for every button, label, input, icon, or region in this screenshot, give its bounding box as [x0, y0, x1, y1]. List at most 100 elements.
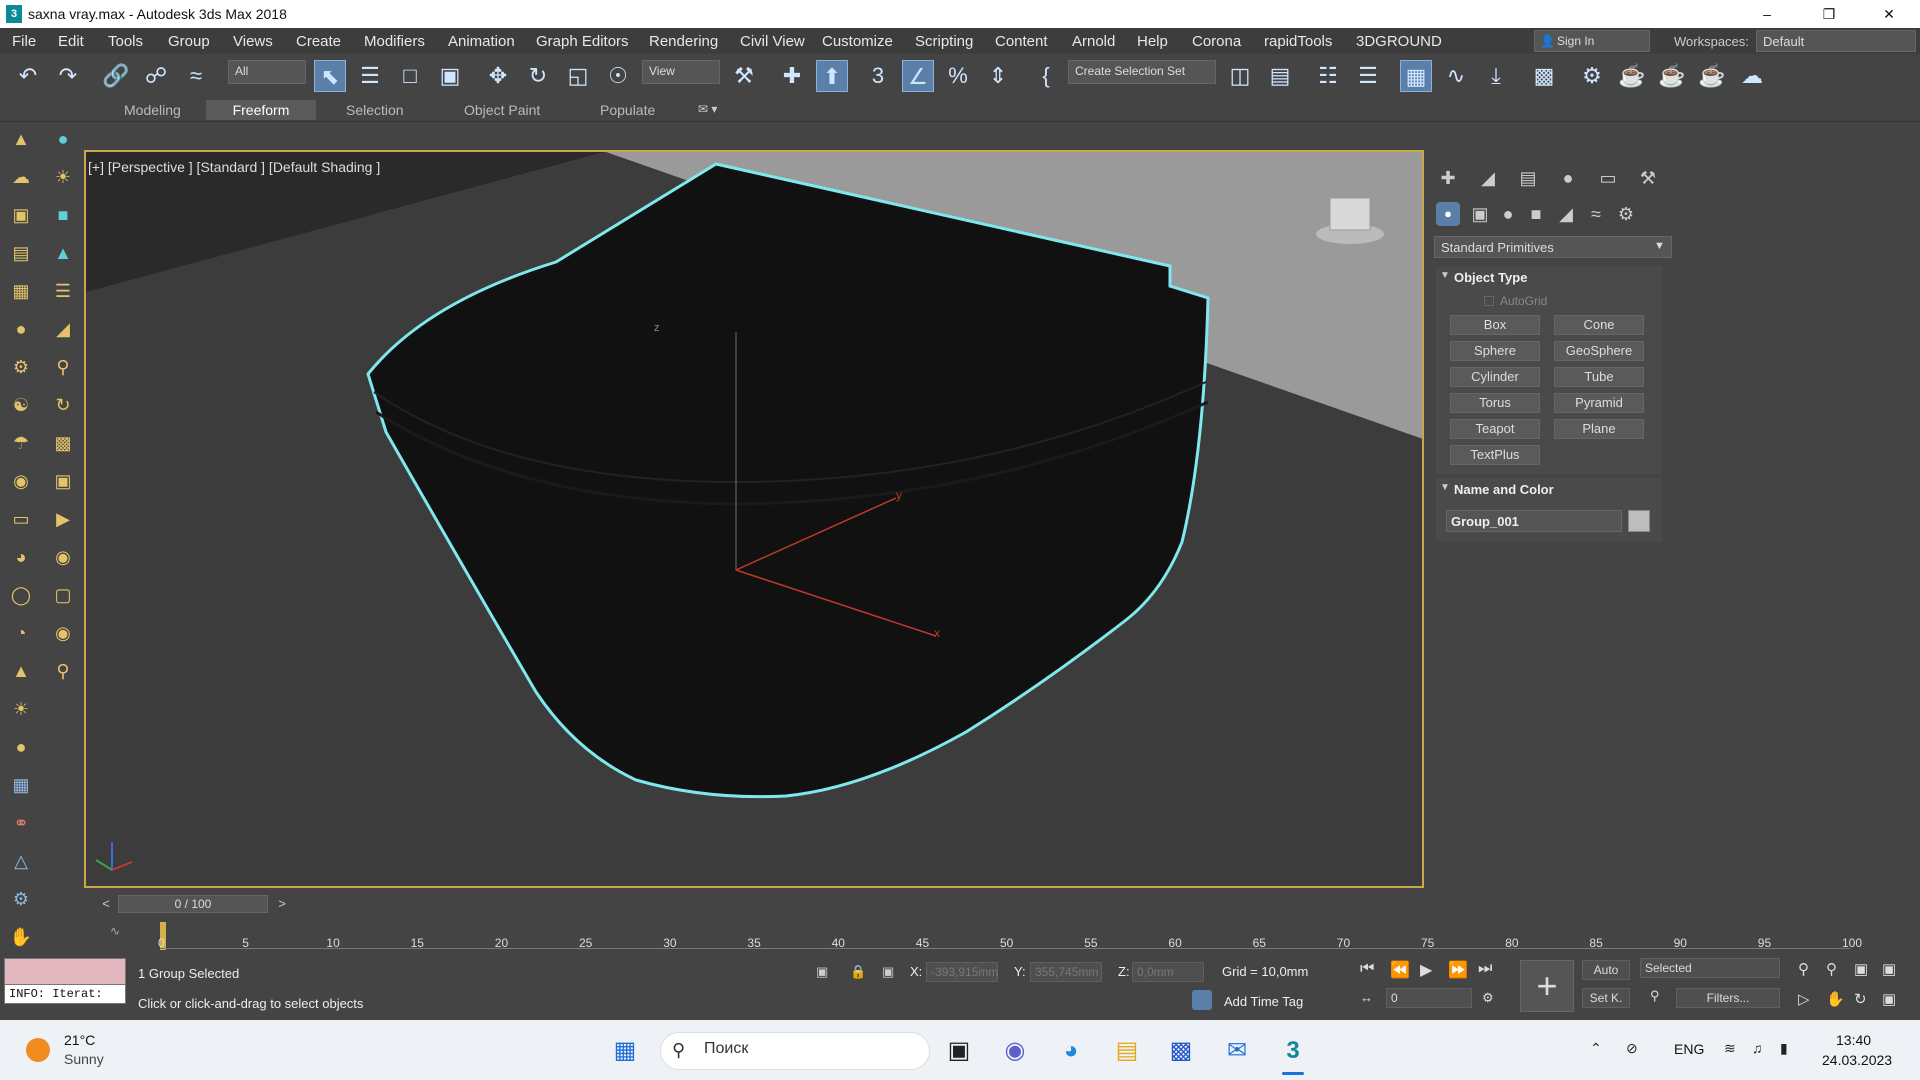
ribbon-options-icon[interactable]: ✉ ▾: [698, 102, 717, 116]
set-key-icon[interactable]: +: [1520, 960, 1574, 1012]
edit-named-selection-icon[interactable]: {: [1030, 60, 1062, 92]
unlink-icon[interactable]: ☍: [140, 60, 172, 92]
modify-tab-icon[interactable]: ◢: [1472, 164, 1504, 192]
edge-icon[interactable]: ◕: [1054, 1034, 1088, 1068]
absolute-mode-icon[interactable]: ▣: [882, 964, 894, 980]
display-tab-icon[interactable]: ▭: [1592, 164, 1624, 192]
teapot-button[interactable]: Teapot: [1450, 419, 1540, 439]
angle-snap-icon[interactable]: ∠: [902, 60, 934, 92]
weather-temp[interactable]: 21°C: [64, 1032, 95, 1048]
tripod-icon[interactable]: △: [8, 848, 34, 874]
material-editor-icon[interactable]: ▩: [1528, 60, 1560, 92]
perspective-viewport[interactable]: z y x: [84, 150, 1424, 888]
rendered-frame-window-icon[interactable]: ☕: [1616, 60, 1648, 92]
fov-icon[interactable]: ▷: [1798, 990, 1810, 1008]
helpers-icon[interactable]: ◢: [1550, 200, 1582, 228]
3dsmax-icon[interactable]: 3: [1276, 1034, 1310, 1068]
spacewarps-icon[interactable]: ≈: [1580, 200, 1612, 228]
explorer-icon[interactable]: ▤: [1110, 1034, 1144, 1068]
mirror-icon[interactable]: ◫: [1224, 60, 1256, 92]
pin-icon[interactable]: ⚲: [50, 354, 76, 380]
bind-spacewarp-icon[interactable]: ≈: [180, 60, 212, 92]
sun-icon[interactable]: ☀: [50, 164, 76, 190]
y-coordinate-field[interactable]: 355,745mm: [1030, 962, 1102, 982]
orbit-icon[interactable]: ↻: [1854, 990, 1867, 1008]
select-manipulate-icon[interactable]: ✚: [776, 60, 808, 92]
menu-content[interactable]: Content: [995, 33, 1048, 50]
torus-button[interactable]: Torus: [1450, 393, 1540, 413]
tab-freeform[interactable]: Freeform: [206, 100, 316, 120]
weather-icon[interactable]: [26, 1038, 50, 1062]
scale-icon[interactable]: ◱: [562, 60, 594, 92]
category-dropdown[interactable]: Standard Primitives: [1434, 236, 1672, 258]
reference-coordinate-dropdown[interactable]: View: [642, 60, 720, 84]
maximize-viewport-icon[interactable]: ▣: [1882, 990, 1896, 1008]
viewport-label[interactable]: [+] [Perspective ] [Standard ] [Default …: [88, 159, 380, 175]
goto-start-icon[interactable]: ⏮: [1360, 960, 1374, 978]
menu-graph-editors[interactable]: Graph Editors: [536, 33, 629, 50]
menu-corona[interactable]: Corona: [1192, 33, 1241, 50]
maxscript-output[interactable]: INFO: Iterat:: [4, 984, 126, 1004]
align-icon[interactable]: ▤: [1264, 60, 1296, 92]
tree-icon[interactable]: ▲: [50, 240, 76, 266]
tab-selection[interactable]: Selection: [336, 100, 414, 120]
key-filter-dropdown[interactable]: Selected: [1640, 958, 1780, 978]
move-icon[interactable]: ✥: [482, 60, 514, 92]
autogrid-checkbox[interactable]: [1484, 296, 1494, 306]
cloud-icon[interactable]: ☁: [8, 164, 34, 190]
light-icon[interactable]: ●: [50, 126, 76, 152]
textplus-button[interactable]: TextPlus: [1450, 445, 1540, 465]
named-selection-dropdown[interactable]: Create Selection Set: [1068, 60, 1216, 84]
network-off-icon[interactable]: ⊘: [1626, 1040, 1638, 1057]
eye-icon[interactable]: ◉: [50, 620, 76, 646]
collapse-icon[interactable]: ▼: [1440, 270, 1450, 281]
hatch-icon[interactable]: ▦: [8, 772, 34, 798]
geometry-icon[interactable]: ●: [1436, 202, 1460, 226]
lock-icon[interactable]: 🔒: [850, 964, 866, 980]
volume-icon[interactable]: ♫: [1752, 1040, 1763, 1056]
pipe-icon[interactable]: ⚭: [8, 810, 34, 836]
tab-modeling[interactable]: Modeling: [114, 100, 191, 120]
time-config-icon[interactable]: ⚙: [1482, 990, 1494, 1006]
select-by-name-icon[interactable]: ☰: [354, 60, 386, 92]
curve-editor-icon[interactable]: ∿: [1440, 60, 1472, 92]
camera-rig-icon[interactable]: ◉: [8, 468, 34, 494]
object-color-swatch[interactable]: [1628, 510, 1650, 532]
box-button[interactable]: Box: [1450, 315, 1540, 335]
menu-group[interactable]: Group: [168, 33, 210, 50]
ball-icon[interactable]: ●: [8, 734, 34, 760]
plane-button[interactable]: Plane: [1554, 419, 1644, 439]
hand-icon[interactable]: ✋: [8, 924, 34, 950]
ruler-icon[interactable]: ◢: [50, 316, 76, 342]
play-icon[interactable]: ▶: [1420, 960, 1432, 980]
workspace-dropdown[interactable]: Default: [1756, 30, 1916, 52]
auto-key-button[interactable]: Auto: [1582, 960, 1630, 980]
next-key-icon[interactable]: ⏩: [1448, 960, 1468, 980]
store-icon[interactable]: ▩: [1164, 1034, 1198, 1068]
tab-object-paint[interactable]: Object Paint: [454, 100, 550, 120]
create-box-icon[interactable]: ▲: [8, 126, 34, 152]
motion-tab-icon[interactable]: ●: [1552, 164, 1584, 192]
render-setup-icon[interactable]: ⚙: [1576, 60, 1608, 92]
object-name-field[interactable]: Group_001: [1446, 510, 1622, 532]
cameras-icon[interactable]: ■: [1520, 200, 1552, 228]
menu-create[interactable]: Create: [296, 33, 341, 50]
scene-explorer-icon[interactable]: ▦: [1400, 60, 1432, 92]
search-box[interactable]: [660, 1032, 930, 1070]
menu-arnold[interactable]: Arnold: [1072, 33, 1115, 50]
grid-icon[interactable]: ▦: [8, 278, 34, 304]
menu-tools[interactable]: Tools: [108, 33, 143, 50]
image-icon[interactable]: ▣: [8, 202, 34, 228]
menu-civil-view[interactable]: Civil View: [740, 33, 805, 50]
menu-help[interactable]: Help: [1137, 33, 1168, 50]
link-icon[interactable]: 🔗: [100, 60, 132, 92]
pivot-center-icon[interactable]: ⚒: [728, 60, 760, 92]
lamp-icon[interactable]: ⚲: [50, 658, 76, 684]
bulb-icon[interactable]: ●: [8, 316, 34, 342]
goto-end-icon[interactable]: ⏭: [1478, 960, 1492, 978]
keyboard-shortcut-override-icon[interactable]: ⬆: [816, 60, 848, 92]
hierarchy-tab-icon[interactable]: ▤: [1512, 164, 1544, 192]
wifi-icon[interactable]: ≋: [1724, 1040, 1736, 1057]
toggle-ribbon-icon[interactable]: ☰: [1352, 60, 1384, 92]
prev-frame-icon[interactable]: <: [96, 896, 116, 914]
